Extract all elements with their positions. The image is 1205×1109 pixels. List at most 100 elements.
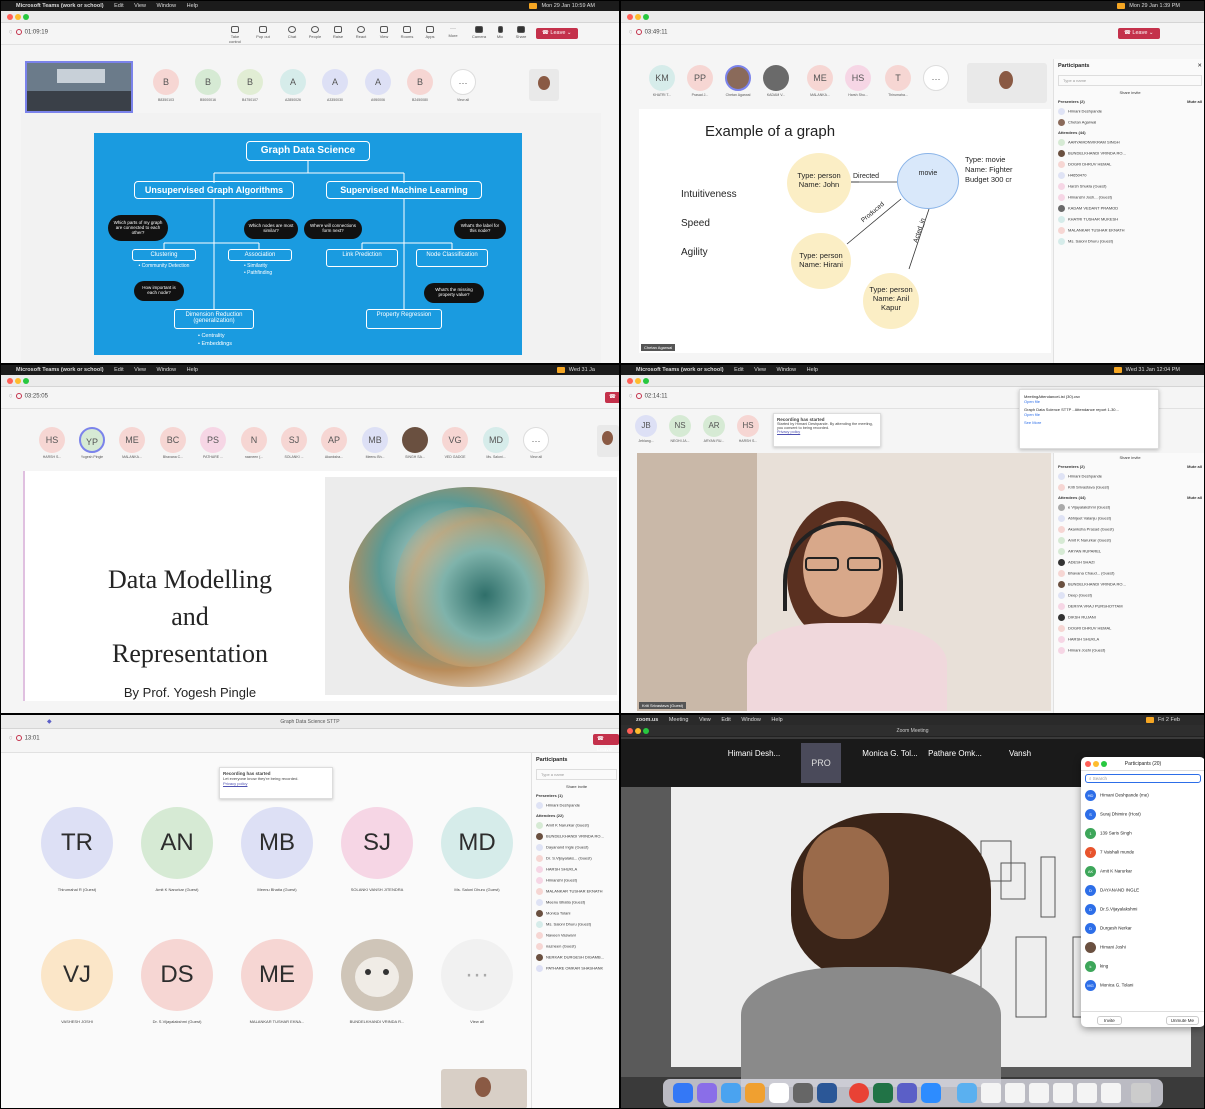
chat-button[interactable]: Chat [283, 26, 301, 39]
participant-avatar[interactable]: PS [200, 427, 226, 453]
trash-icon[interactable] [1131, 1083, 1151, 1103]
menu-help[interactable]: Help [807, 367, 818, 373]
participant-avatar[interactable]: KM [649, 65, 675, 91]
menu-edit[interactable]: Edit [114, 367, 123, 373]
participant-avatar[interactable]: JB [635, 415, 657, 437]
participant-row[interactable]: KADAM VEDANT PRAMOD [1054, 203, 1204, 214]
leave-button[interactable]: ☎ Leave [593, 734, 619, 753]
participant-tile-avatar[interactable]: MD [441, 807, 513, 879]
view-all-label[interactable]: View all [422, 1019, 532, 1024]
participant-row[interactable]: Amit K Narurkar (Guest) [532, 820, 619, 831]
zoom-icon[interactable] [1101, 761, 1107, 767]
excel-icon[interactable] [873, 1083, 893, 1103]
zoom-icon[interactable] [23, 14, 29, 20]
teams-icon[interactable] [897, 1083, 917, 1103]
privacy-policy-link[interactable]: Privacy policy [777, 430, 877, 434]
participant-avatar[interactable]: HS [737, 415, 759, 437]
photos-icon[interactable] [745, 1083, 765, 1103]
participant-row[interactable]: Chetan Agarwal [1054, 117, 1204, 128]
open-file-link[interactable]: Open file [1024, 399, 1154, 404]
participant-row[interactable]: Dr. S.Vijayalaks... (Guest) [532, 853, 619, 864]
view-all-tile[interactable]: ··· [441, 939, 513, 1011]
menu-window[interactable]: Window [157, 367, 177, 373]
leave-button[interactable]: ☎ Leave ⌄ [536, 28, 578, 39]
participant-row[interactable]: DOGRI DHRUV HEMAL [1054, 159, 1204, 170]
participant-avatar-photo[interactable] [763, 65, 789, 91]
participant-row[interactable]: D Durgesh Nerkar [1085, 923, 1201, 942]
view-all-button[interactable]: ··· [523, 427, 549, 453]
view-all-label[interactable]: View all [518, 455, 554, 459]
pop-out-button[interactable]: Pop out [254, 26, 272, 39]
close-window-icon[interactable] [7, 378, 13, 384]
settings-icon[interactable] [793, 1083, 813, 1103]
zoom-icon[interactable] [643, 14, 649, 20]
participant-avatar[interactable]: AR [703, 415, 725, 437]
participant-row[interactable]: HD Himani Deshpande (me) [1085, 790, 1201, 809]
close-window-icon[interactable] [7, 14, 13, 20]
mute-all-button[interactable]: Mute all [1187, 495, 1202, 500]
participant-row[interactable]: Akanksha Prasad (Guest) [1054, 524, 1204, 535]
participant-row[interactable]: PATHARE OMKAR SHASHANK [532, 963, 619, 974]
participant-avatar[interactable]: VG [442, 427, 468, 453]
menu-view[interactable]: View [699, 717, 711, 723]
share-invite-button[interactable]: Share invite [532, 782, 619, 791]
launchpad-icon[interactable] [697, 1083, 717, 1103]
participant-row[interactable]: DIKSH RUJANI [1054, 612, 1204, 623]
participant-tile-avatar[interactable]: VJ [41, 939, 113, 1011]
close-window-icon[interactable] [627, 14, 633, 20]
participant-row[interactable]: Monica Tolani [532, 908, 619, 919]
participant-row[interactable]: Himani Joshi [1085, 942, 1201, 961]
minimize-icon[interactable] [635, 728, 641, 734]
close-window-icon[interactable] [1085, 761, 1091, 767]
participant-avatar[interactable]: YP [79, 427, 105, 453]
participant-row[interactable]: D Dr.S.Vijayalakshmi [1085, 904, 1201, 923]
participant-tile-avatar[interactable]: SJ [341, 807, 413, 879]
chrome-icon[interactable] [849, 1083, 869, 1103]
participant-row[interactable]: BUNDELKHANDI VRINDA RO... [1054, 148, 1204, 159]
participant-row[interactable]: NERKAR DURGESH DIGAMB... [532, 952, 619, 963]
minimize-icon[interactable] [635, 14, 641, 20]
participant-row[interactable]: k king [1085, 961, 1201, 980]
participant-row[interactable]: BUNDELKHANDI VRINDA RO... [1054, 579, 1204, 590]
minimize-icon[interactable] [635, 378, 641, 384]
see-more-link[interactable]: See More [1024, 420, 1154, 425]
participant-avatar[interactable]: B [237, 69, 263, 95]
participant-row[interactable]: Himani Deshpande [1054, 471, 1204, 482]
participant-row[interactable]: Harsh Shukla (Guest) [1054, 181, 1204, 192]
participant-tile-avatar[interactable]: ME [241, 939, 313, 1011]
view-button[interactable]: View [375, 26, 393, 39]
search-input[interactable]: Type a name [1058, 75, 1202, 86]
participant-avatar[interactable]: AP [321, 427, 347, 453]
participant-row[interactable]: BUNDELKHANDI VRINDA RO... [532, 831, 619, 842]
participant-row[interactable]: H4650470 [1054, 170, 1204, 181]
invite-button[interactable]: Invite [1097, 1016, 1122, 1025]
unmute-me-button[interactable]: Unmute Me [1165, 1016, 1199, 1025]
folder-icon[interactable] [957, 1083, 977, 1103]
menu-app[interactable]: Microsoft Teams (work or school) [16, 3, 104, 9]
zoom-icon[interactable] [643, 728, 649, 734]
close-window-icon[interactable] [627, 378, 633, 384]
participant-row[interactable]: 77 Vaishali munde [1085, 847, 1201, 866]
rooms-button[interactable]: Rooms [398, 26, 416, 39]
participant-avatar[interactable]: HS [845, 65, 871, 91]
participant-row[interactable]: AK Amit K Narurkar [1085, 866, 1201, 885]
document-thumbnail-icon[interactable] [1053, 1083, 1073, 1103]
share-button[interactable]: Share [512, 26, 530, 39]
participant-row[interactable]: DOGRI DHRUV HEMAL [1054, 623, 1204, 634]
participant-row[interactable]: D DAYANAND INGLE [1085, 885, 1201, 904]
menu-window[interactable]: Window [741, 717, 761, 723]
participant-row[interactable]: S Suraj Dhimire (Host) [1085, 809, 1201, 828]
apps-button[interactable]: Apps [421, 26, 439, 39]
minimize-icon[interactable] [15, 14, 21, 20]
participant-avatar[interactable]: ME [807, 65, 833, 91]
zoom-icon[interactable] [921, 1083, 941, 1103]
menu-help[interactable]: Help [771, 717, 782, 723]
participant-tile-avatar[interactable]: MB [241, 807, 313, 879]
participant-row[interactable]: MALANKAR TUSHAR EKNATH [1054, 225, 1204, 236]
participant-row[interactable]: Himanshi Josh... (Guest) [1054, 192, 1204, 203]
participant-avatar-photo[interactable] [725, 65, 751, 91]
mute-all-button[interactable]: Mute all [1187, 464, 1202, 469]
participant-row[interactable]: Amit K Narurkar (Guest) [1054, 535, 1204, 546]
menu-app[interactable]: zoom.us [636, 717, 658, 723]
participant-row[interactable]: Bhavana Chaud... (Guest) [1054, 568, 1204, 579]
